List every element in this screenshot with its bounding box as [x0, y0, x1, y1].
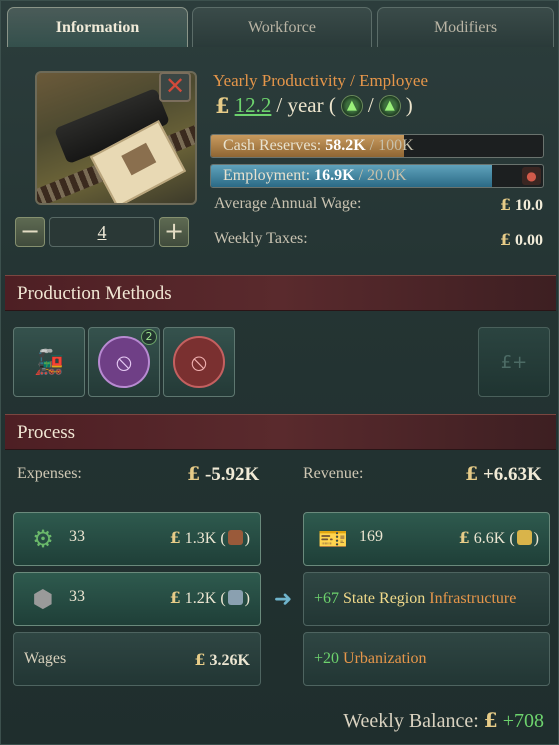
output-ticket-card[interactable]: 🎫 169 £ 6.6K ()	[303, 512, 550, 566]
tab-modifiers[interactable]: Modifiers	[377, 7, 554, 47]
transportation-ticket-icon: 🎫	[318, 525, 348, 553]
taxes-value: £ 0.00	[499, 230, 543, 249]
wage-row: Average Annual Wage: £ 10.0	[214, 195, 543, 215]
method-passenger-train[interactable]: ⦸ 2	[88, 327, 160, 397]
decrease-level-button[interactable]: −	[15, 217, 45, 247]
input-amount: £ 1.3K ()	[169, 528, 250, 547]
tab-information[interactable]: Information	[7, 7, 188, 47]
wages-card[interactable]: Wages £ 3.26K	[13, 632, 261, 686]
coins-stack-icon	[227, 590, 243, 605]
process-header: Process	[5, 414, 556, 450]
taxes-label: Weekly Taxes:	[214, 230, 308, 247]
barrel-icon	[227, 530, 243, 545]
expenses-value: £ -5.92K	[187, 463, 260, 485]
building-panel: Information Workforce Modifiers ✕ − 4 + …	[0, 0, 559, 745]
input-amount: £ 1.2K ()	[169, 588, 250, 607]
output-amount: £ 6.6K ()	[458, 528, 539, 547]
output-count: 169	[359, 528, 383, 545]
wage-value: £ 10.0	[499, 195, 543, 214]
revenue-value: £ +6.63K	[465, 463, 542, 485]
passenger-train-disabled-icon: ⦸	[98, 336, 150, 388]
wage-label: Average Annual Wage:	[214, 195, 362, 212]
pound-plus-icon: £+	[500, 351, 528, 373]
taxes-row: Weekly Taxes: £ 0.00	[214, 230, 543, 250]
arrow-right-icon: ➜	[273, 587, 293, 612]
increase-level-button[interactable]: +	[159, 217, 189, 247]
infrastructure-effect: +67 State Region Infrastructure	[314, 590, 517, 607]
method-freight-train[interactable]: ⦸	[163, 327, 235, 397]
urbanization-effect: +20 Urbanization	[314, 650, 427, 667]
productivity-title: Yearly Productivity / Employee	[213, 71, 428, 90]
input-engines-card[interactable]: ⚙ 33 £ 1.3K ()	[13, 512, 261, 566]
urbanization-effect-card[interactable]: +20 Urbanization	[303, 632, 550, 686]
expenses-label: Expenses:	[17, 465, 82, 482]
building-level-value[interactable]: 4	[49, 217, 155, 247]
coal-icon: ⬢	[32, 585, 54, 613]
freight-train-disabled-icon: ⦸	[173, 336, 225, 388]
productivity-unit: / year (	[276, 93, 336, 117]
arrow-up-icon[interactable]: ▲	[340, 94, 363, 117]
arrow-up-icon[interactable]: ▲	[378, 94, 401, 117]
engines-icon: ⚙	[32, 525, 54, 553]
input-count: 33	[69, 588, 85, 605]
infrastructure-effect-card[interactable]: +67 State Region Infrastructure	[303, 572, 550, 626]
locomotive-icon: 🚂	[34, 348, 64, 376]
weekly-balance: Weekly Balance: £ +708	[343, 708, 544, 732]
productivity-line: £ 12.2 / year ( ▲ / ▲ )	[215, 93, 413, 118]
employment-label: Employment: 16.9K / 20.0K	[223, 167, 407, 184]
wages-value: £ 3.26K	[194, 650, 250, 669]
add-method-slot[interactable]: £+	[478, 327, 550, 397]
tab-bar: Information Workforce Modifiers	[7, 7, 554, 47]
production-methods-header: Production Methods	[5, 275, 556, 311]
person-icon[interactable]: ●	[522, 167, 541, 185]
revenue-label: Revenue:	[303, 465, 364, 482]
tab-workforce[interactable]: Workforce	[192, 7, 372, 47]
wages-label: Wages	[24, 650, 67, 667]
method-locomotive[interactable]: 🚂	[13, 327, 85, 397]
pound-icon: £	[215, 93, 230, 118]
productivity-close: )	[405, 93, 413, 117]
productivity-value[interactable]: 12.2	[235, 93, 272, 118]
cash-reserves-bar[interactable]: Cash Reserves: 58.2K / 100K	[210, 134, 544, 158]
count-badge: 2	[141, 329, 157, 345]
close-icon[interactable]: ✕	[159, 72, 191, 102]
gold-coins-icon	[516, 530, 532, 545]
cash-reserves-label: Cash Reserves: 58.2K / 100K	[223, 137, 414, 154]
input-count: 33	[69, 528, 85, 545]
productivity-separator: /	[367, 93, 374, 117]
input-coal-card[interactable]: ⬢ 33 £ 1.2K ()	[13, 572, 261, 626]
employment-bar[interactable]: Employment: 16.9K / 20.0K ●	[210, 164, 544, 188]
